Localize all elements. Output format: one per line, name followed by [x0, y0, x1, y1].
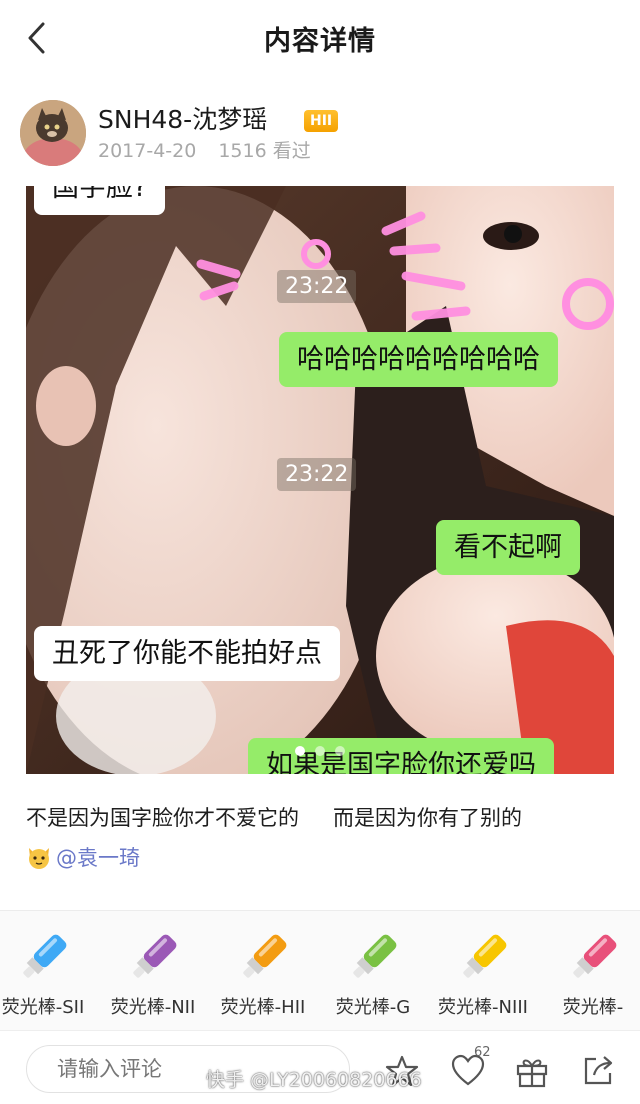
top-nav-bar: 内容详情 [0, 0, 640, 76]
gift-item[interactable]: 荧光棒- [538, 929, 640, 1029]
gift-icon [516, 1059, 548, 1088]
post-author: SNH48-沈梦瑶 HII 2017-4-20 1516 看过 [20, 98, 620, 168]
avatar[interactable] [20, 100, 86, 166]
gift-label: 荧光棒- [562, 997, 624, 1018]
gift-item[interactable]: 荧光棒-G [318, 929, 428, 1029]
watermark: 快手 @LY20060820666 [206, 1069, 422, 1091]
like-count: 62 [474, 1045, 491, 1060]
chevron-left-icon [28, 22, 45, 54]
image-pager [26, 746, 614, 756]
gift-bar: 荧光棒-SII 荧光棒-NII 荧光棒-HII 荧光棒-G 荧光棒-NIII 荧光棒- [0, 910, 640, 1030]
post-date: 2017-4-20 [98, 140, 197, 162]
pager-dot[interactable] [295, 746, 305, 756]
caption-text-2: 而是因为你有了别的 [333, 806, 522, 830]
pager-dot[interactable] [315, 746, 325, 756]
chat-timestamp: 23:22 [277, 458, 357, 491]
gift-button[interactable] [512, 1051, 552, 1091]
gift-item[interactable]: 荧光棒-SII [0, 929, 98, 1029]
glow-stick-icon [463, 934, 507, 978]
gift-item[interactable]: 荧光棒-NII [98, 929, 208, 1029]
pager-dot[interactable] [335, 746, 345, 756]
view-count: 1516 看过 [218, 140, 311, 162]
glow-stick-icon [353, 934, 397, 978]
glow-stick-icon [243, 934, 287, 978]
gift-item[interactable]: 荧光棒-HII [208, 929, 318, 1029]
bottom-action-bar: 62 快手 @LY20060820666 [0, 1030, 640, 1104]
chat-bubble-sent: 哈哈哈哈哈哈哈哈哈 [279, 332, 558, 387]
chat-bubble-sent: 看不起啊 [436, 520, 580, 575]
username[interactable]: SNH48-沈梦瑶 [98, 100, 267, 136]
mention-row: @袁一琦 [26, 842, 140, 872]
gift-label: 荧光棒-G [335, 997, 411, 1018]
chat-bubble-sent: 如果是国字脸你还爱吗 [248, 738, 554, 774]
share-button[interactable] [578, 1051, 618, 1091]
gift-label: 荧光棒-NII [110, 997, 196, 1018]
glow-stick-icon [23, 934, 67, 978]
chat-timestamp: 23:22 [277, 270, 357, 303]
post-meta: 2017-4-20 1516 看过 [98, 136, 311, 163]
post-caption: 不是因为国字脸你才不爱它的 而是因为你有了别的 [26, 802, 522, 832]
gift-label: 荧光棒-HII [220, 997, 306, 1018]
gift-label: 荧光棒-NIII [438, 997, 528, 1018]
gift-label: 荧光棒-SII [1, 997, 85, 1018]
team-badge: HII [304, 110, 339, 132]
page-title: 内容详情 [264, 25, 376, 57]
share-icon [584, 1056, 613, 1085]
user-mention-link[interactable]: @袁一琦 [56, 842, 140, 872]
caption-text-1: 不是因为国字脸你才不爱它的 [26, 806, 299, 830]
gift-item[interactable]: 荧光棒-NIII [428, 929, 538, 1029]
chat-bubble-received: 丑死了你能不能拍好点 [34, 626, 340, 681]
glow-stick-icon [133, 934, 177, 978]
post-image[interactable]: 国字脸? 23:22 哈哈哈哈哈哈哈哈哈 23:22 看不起啊 丑死了你能不能拍… [26, 186, 614, 774]
back-button[interactable] [18, 18, 54, 58]
cat-face-icon [29, 848, 49, 869]
glow-stick-icon [573, 934, 617, 978]
chat-bubble-received: 国字脸? [34, 186, 166, 215]
